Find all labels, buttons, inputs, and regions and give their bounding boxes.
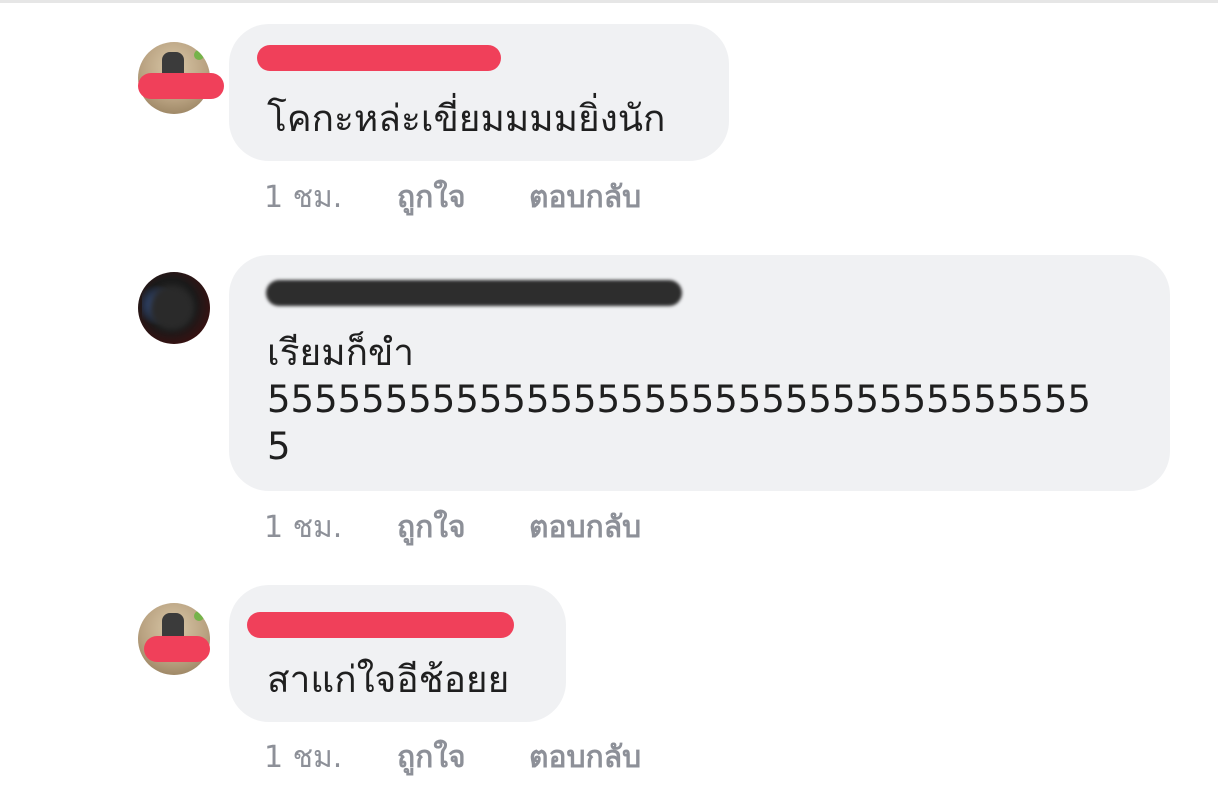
like-button[interactable]: ถูกใจ [397,174,466,221]
comment-bubble: สาแก่ใจอีช้อยย [229,585,566,722]
top-divider [0,0,1218,3]
author-name-redaction [266,280,682,306]
reply-button[interactable]: ตอบกลับ [529,734,641,781]
comment-text-line: 5 [267,425,291,468]
reply-button[interactable]: ตอบกลับ [529,504,641,551]
comment-text: สาแก่ใจอีช้อยย [267,658,510,701]
comment-time[interactable]: 1 ชม. [264,504,342,551]
like-button[interactable]: ถูกใจ [397,504,466,551]
comment-text: โคกะหล่ะเขี่ยมมมมยิ่งนัก [267,97,666,140]
avatar-blob [150,286,194,330]
author-name-redaction [257,45,501,71]
reply-button[interactable]: ตอบกลับ [529,174,641,221]
comment-text-line: 55555555555555555555555555555555555 [267,378,1091,421]
comment-text: เรียมก็ขำ 555555555555555555555555555555… [267,329,1140,470]
avatar-redaction [138,73,224,99]
author-name-redaction [247,612,514,638]
comment-time[interactable]: 1 ชม. [264,174,342,221]
avatar-leaf [194,50,204,60]
avatar-redaction [144,636,210,662]
avatar-leaf [194,611,204,621]
comment-text-line: เรียมก็ขำ [267,331,415,374]
like-button[interactable]: ถูกใจ [397,734,466,781]
avatar[interactable] [138,272,210,344]
comment-time[interactable]: 1 ชม. [264,734,342,781]
